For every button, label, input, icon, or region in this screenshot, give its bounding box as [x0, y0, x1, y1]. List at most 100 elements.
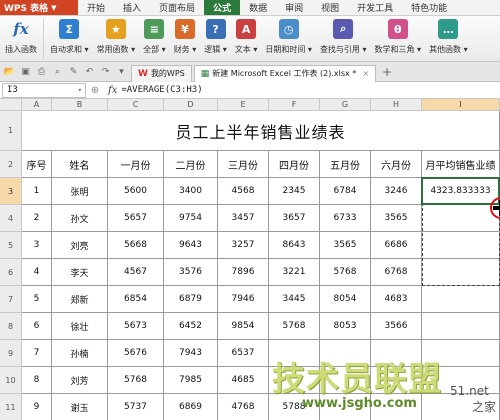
table-cell[interactable] [422, 286, 500, 313]
ribbon-button-1[interactable]: Σ 自动求和 ▾ [47, 16, 92, 55]
column-header-H[interactable]: H [371, 99, 422, 111]
table-cell[interactable]: 6869 [164, 394, 218, 420]
menu-tab-1[interactable]: 插入 [114, 0, 150, 15]
ribbon-button-7[interactable]: ◷ 日期和时间 ▾ [262, 16, 315, 55]
table-cell[interactable]: 刘芳 [52, 367, 108, 394]
table-cell[interactable]: 9754 [164, 205, 218, 232]
table-cell[interactable]: 4323.833333 [422, 178, 500, 205]
column-header-A[interactable]: A [22, 99, 52, 111]
table-cell[interactable]: 1 [22, 178, 52, 205]
ribbon-button-3[interactable]: ≡ 全部 ▾ [140, 16, 169, 55]
table-cell[interactable]: 6784 [320, 178, 371, 205]
table-header-cell[interactable]: 月平均销售业绩 [422, 151, 500, 178]
table-cell[interactable]: 4768 [218, 394, 269, 420]
table-cell[interactable]: 4568 [218, 178, 269, 205]
table-cell[interactable]: 4685 [218, 367, 269, 394]
table-cell[interactable]: 孙楠 [52, 340, 108, 367]
table-cell[interactable]: 张明 [52, 178, 108, 205]
sheet-title[interactable]: 员工上半年销售业绩表 [22, 111, 500, 151]
table-cell[interactable] [320, 367, 371, 394]
row-header-10[interactable]: 10 [0, 367, 22, 394]
close-icon[interactable]: × [362, 69, 369, 78]
dropdown-icon[interactable]: ▾ [115, 65, 128, 78]
table-cell[interactable]: 孙文 [52, 205, 108, 232]
table-cell[interactable]: 6 [22, 313, 52, 340]
table-cell[interactable]: 9643 [164, 232, 218, 259]
ribbon-button-9[interactable]: θ 数学和三角 ▾ [372, 16, 425, 55]
ribbon-button-2[interactable]: ★ 常用函数 ▾ [94, 16, 139, 55]
table-cell[interactable]: 李天 [52, 259, 108, 286]
table-cell[interactable]: 8054 [320, 286, 371, 313]
column-header-C[interactable]: C [108, 99, 164, 111]
table-cell[interactable] [422, 259, 500, 286]
table-cell[interactable]: 5 [22, 286, 52, 313]
table-cell[interactable]: 5673 [108, 313, 164, 340]
folder-icon[interactable]: 📂 [3, 65, 16, 78]
menu-tab-7[interactable]: 开发工具 [348, 0, 402, 15]
table-cell[interactable]: 3657 [269, 205, 320, 232]
table-cell[interactable]: 5657 [108, 205, 164, 232]
ribbon-button-6[interactable]: A 文本 ▾ [232, 16, 261, 55]
table-cell[interactable]: 6733 [320, 205, 371, 232]
table-cell[interactable]: 3221 [269, 259, 320, 286]
print-icon[interactable]: ⎙ [35, 65, 48, 78]
table-cell[interactable]: 5600 [108, 178, 164, 205]
chevron-down-icon[interactable]: ▾ [78, 86, 82, 94]
menu-tab-3[interactable]: 公式 [204, 0, 241, 15]
preview-icon[interactable]: ⌕ [51, 65, 64, 78]
table-cell[interactable]: 2 [22, 205, 52, 232]
table-cell[interactable]: 7 [22, 340, 52, 367]
column-header-D[interactable]: D [164, 99, 218, 111]
table-cell[interactable]: 4683 [371, 286, 422, 313]
column-header-I[interactable]: I [422, 99, 500, 111]
table-cell[interactable]: 5768 [320, 259, 371, 286]
row-header-9[interactable]: 9 [0, 340, 22, 367]
table-cell[interactable]: 4 [22, 259, 52, 286]
table-cell[interactable] [371, 367, 422, 394]
table-header-cell[interactable]: 五月份 [320, 151, 371, 178]
fx-icon[interactable]: fx [108, 85, 117, 96]
ribbon-button-4[interactable]: ¥ 财务 ▾ [171, 16, 200, 55]
column-header-E[interactable]: E [218, 99, 269, 111]
ribbon-button-8[interactable]: ⌕ 查找与引用 ▾ [317, 16, 370, 55]
table-cell[interactable] [269, 340, 320, 367]
redo-icon[interactable]: ↷ [99, 65, 112, 78]
ribbon-button-10[interactable]: … 其他函数 ▾ [426, 16, 471, 55]
table-cell[interactable]: 徐壮 [52, 313, 108, 340]
table-cell[interactable]: 5768 [108, 367, 164, 394]
table-header-cell[interactable]: 二月份 [164, 151, 218, 178]
table-cell[interactable]: 6686 [371, 232, 422, 259]
table-cell[interactable]: 9 [22, 394, 52, 420]
menu-tab-5[interactable]: 审阅 [276, 0, 312, 15]
row-header-2[interactable]: 2 [0, 151, 22, 178]
table-header-cell[interactable]: 姓名 [52, 151, 108, 178]
table-cell[interactable]: 3576 [164, 259, 218, 286]
column-header-G[interactable]: G [320, 99, 371, 111]
select-all-corner[interactable] [0, 99, 22, 111]
table-cell[interactable]: 3565 [320, 232, 371, 259]
table-cell[interactable]: 3445 [269, 286, 320, 313]
table-cell[interactable]: 8 [22, 367, 52, 394]
menu-tab-0[interactable]: 开始 [78, 0, 114, 15]
table-cell[interactable]: 刘亮 [52, 232, 108, 259]
table-cell[interactable]: 谢玉 [52, 394, 108, 420]
table-header-cell[interactable]: 序号 [22, 151, 52, 178]
table-cell[interactable]: 6768 [371, 259, 422, 286]
menu-tab-8[interactable]: 特色功能 [402, 0, 456, 15]
table-cell[interactable]: 5768 [269, 313, 320, 340]
table-header-cell[interactable]: 四月份 [269, 151, 320, 178]
app-menu-button[interactable]: WPS 表格 ▼ [0, 0, 78, 15]
row-header-5[interactable]: 5 [0, 232, 22, 259]
table-cell[interactable]: 3246 [371, 178, 422, 205]
table-cell[interactable]: 3257 [218, 232, 269, 259]
table-header-cell[interactable]: 三月份 [218, 151, 269, 178]
table-cell[interactable]: 7896 [218, 259, 269, 286]
ribbon-button-5[interactable]: ? 逻辑 ▾ [201, 16, 230, 55]
table-cell[interactable]: 5737 [108, 394, 164, 420]
table-cell[interactable] [422, 340, 500, 367]
formula-input[interactable]: =AVERAGE(C3:H3) [121, 85, 202, 95]
menu-tab-4[interactable]: 数据 [240, 0, 276, 15]
table-cell[interactable]: 2345 [269, 178, 320, 205]
table-cell[interactable]: 4567 [108, 259, 164, 286]
table-cell[interactable] [422, 205, 500, 232]
